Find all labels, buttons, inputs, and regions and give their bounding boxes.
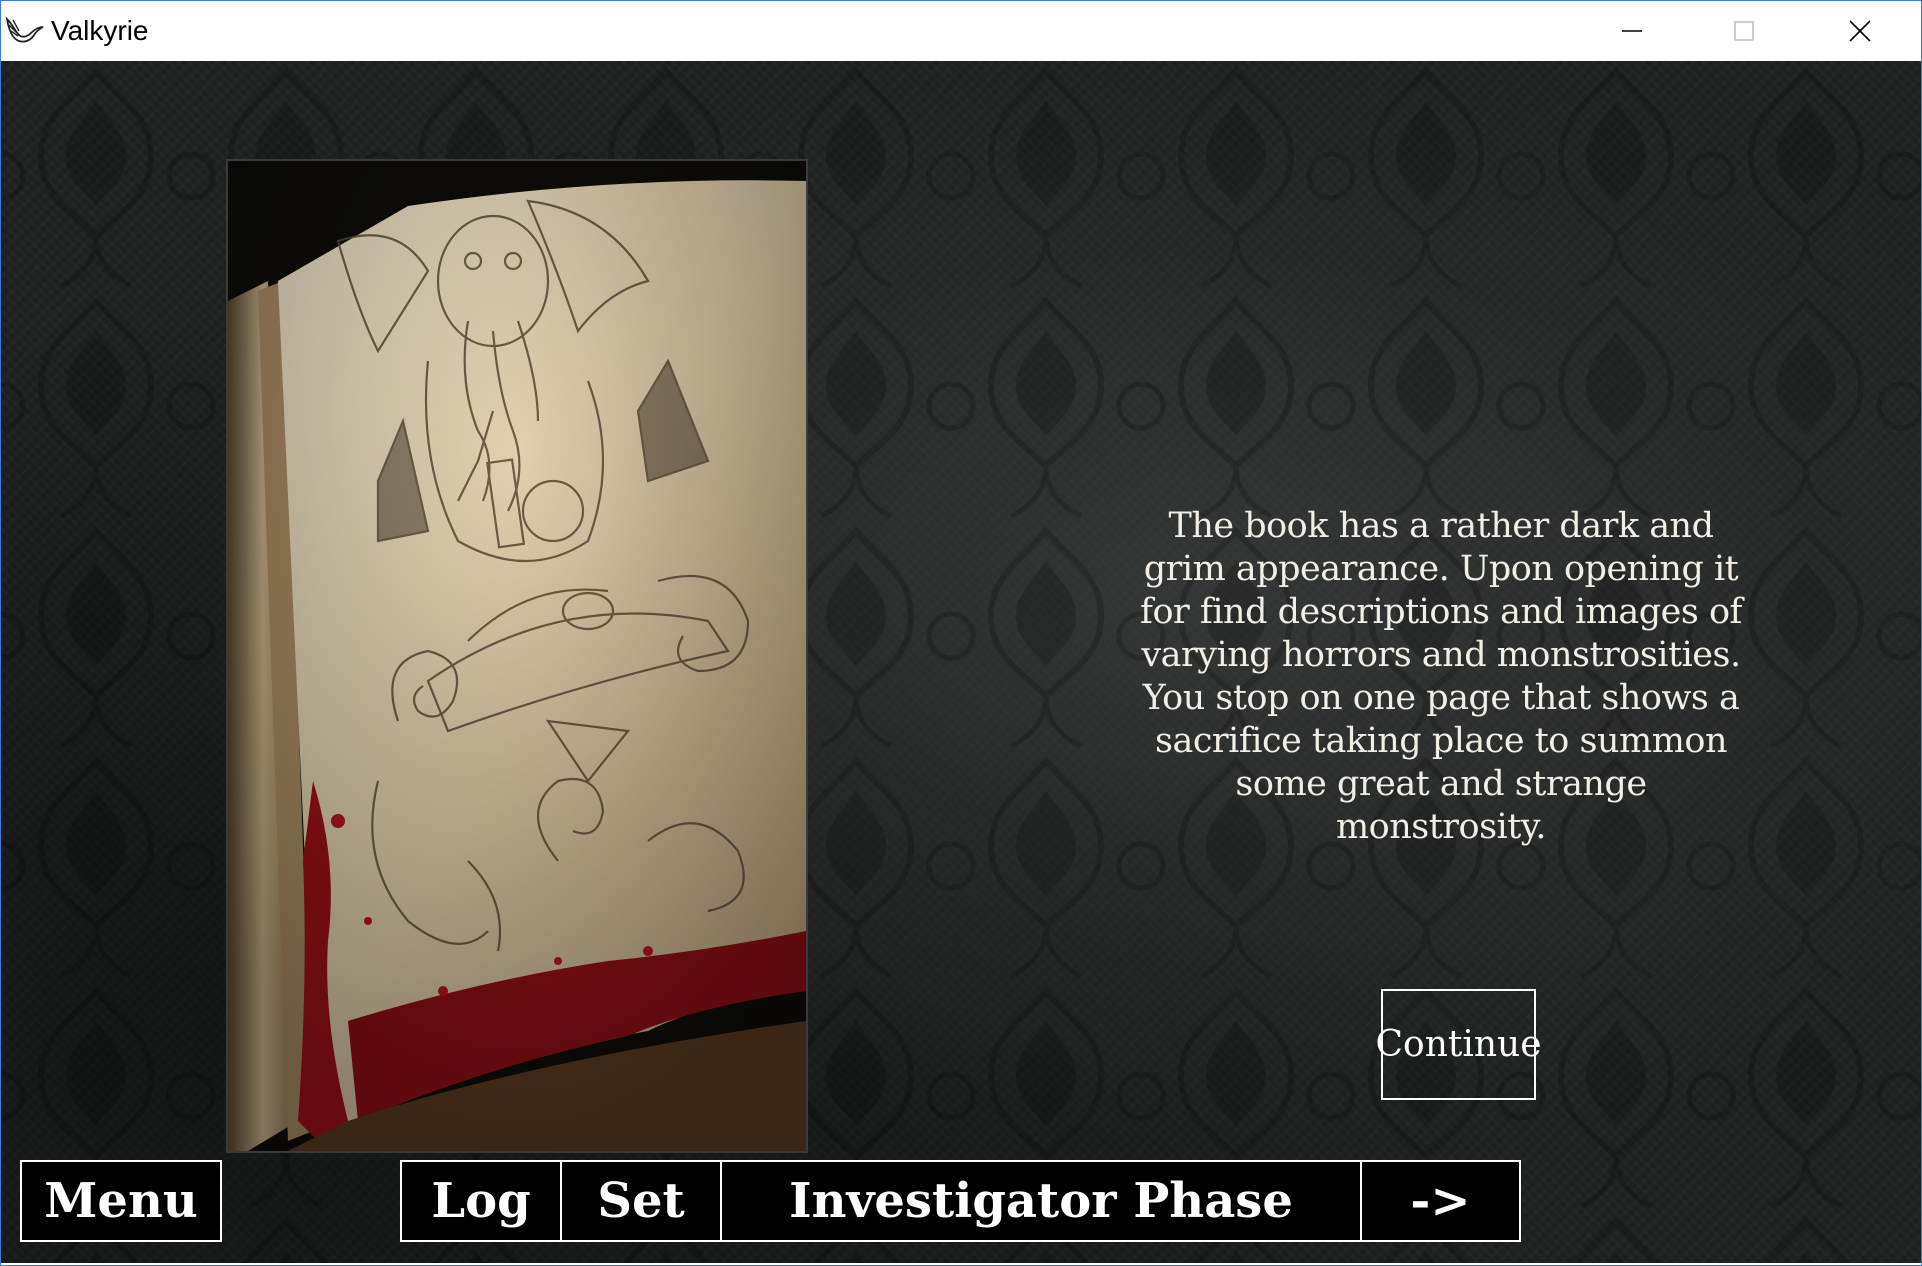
maximize-button[interactable] xyxy=(1689,1,1799,61)
book-illustration xyxy=(226,159,808,1153)
phase-indicator[interactable]: Investigator Phase xyxy=(720,1160,1362,1242)
menu-label: Menu xyxy=(44,1173,198,1229)
window-title: Valkyrie xyxy=(51,15,149,46)
log-button[interactable]: Log xyxy=(400,1160,562,1242)
game-area: The book has a rather dark and grim appe… xyxy=(1,61,1921,1263)
title-bar[interactable]: Valkyrie xyxy=(1,1,1921,61)
menu-button[interactable]: Menu xyxy=(20,1160,222,1242)
close-icon xyxy=(1848,19,1872,43)
next-phase-button[interactable]: -> xyxy=(1360,1160,1521,1242)
phase-label: Investigator Phase xyxy=(789,1173,1293,1229)
log-label: Log xyxy=(431,1173,531,1229)
valkyrie-wing-icon xyxy=(5,15,45,47)
maximize-icon xyxy=(1733,20,1755,42)
set-button[interactable]: Set xyxy=(560,1160,722,1242)
minimize-button[interactable] xyxy=(1577,1,1687,61)
continue-button[interactable]: Continue xyxy=(1375,989,1542,1100)
application-window: Valkyrie The book has a rather dark and … xyxy=(0,0,1922,1266)
minimize-icon xyxy=(1621,20,1643,42)
continue-label: Continue xyxy=(1375,1024,1542,1065)
story-text: The book has a rather dark and grim appe… xyxy=(1140,506,1743,847)
close-button[interactable] xyxy=(1805,1,1915,61)
set-label: Set xyxy=(597,1173,685,1229)
next-arrow-label: -> xyxy=(1410,1173,1471,1229)
